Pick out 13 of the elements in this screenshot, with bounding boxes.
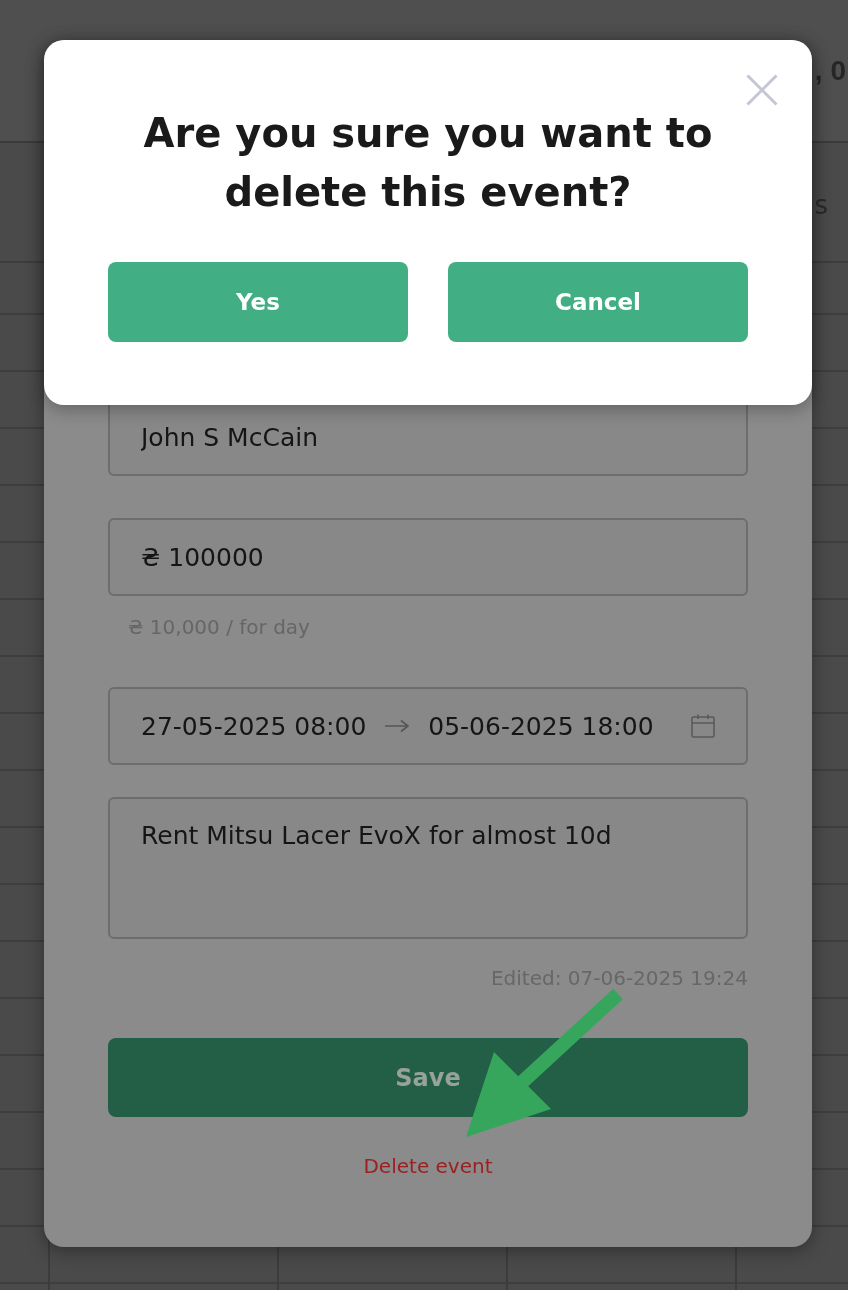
yes-button[interactable]: Yes (108, 262, 408, 342)
right-arrow-icon (384, 719, 411, 733)
close-icon (746, 74, 778, 106)
cancel-button[interactable]: Cancel (448, 262, 748, 342)
date-range-field[interactable]: 27-05-2025 08:00 05-06-2025 18:00 (108, 687, 748, 765)
close-button[interactable] (746, 74, 778, 106)
price-field[interactable]: ₴ 100000 (108, 518, 748, 596)
confirm-question: Are you sure you want to delete this event? (142, 109, 714, 217)
start-date[interactable]: 27-05-2025 08:00 (141, 711, 367, 741)
save-button[interactable]: Save (108, 1038, 748, 1117)
calendar-icon (691, 714, 715, 738)
end-date[interactable]: 05-06-2025 18:00 (428, 711, 654, 741)
description-field[interactable]: Rent Mitsu Lacer EvoX for almost 10d (108, 797, 748, 939)
